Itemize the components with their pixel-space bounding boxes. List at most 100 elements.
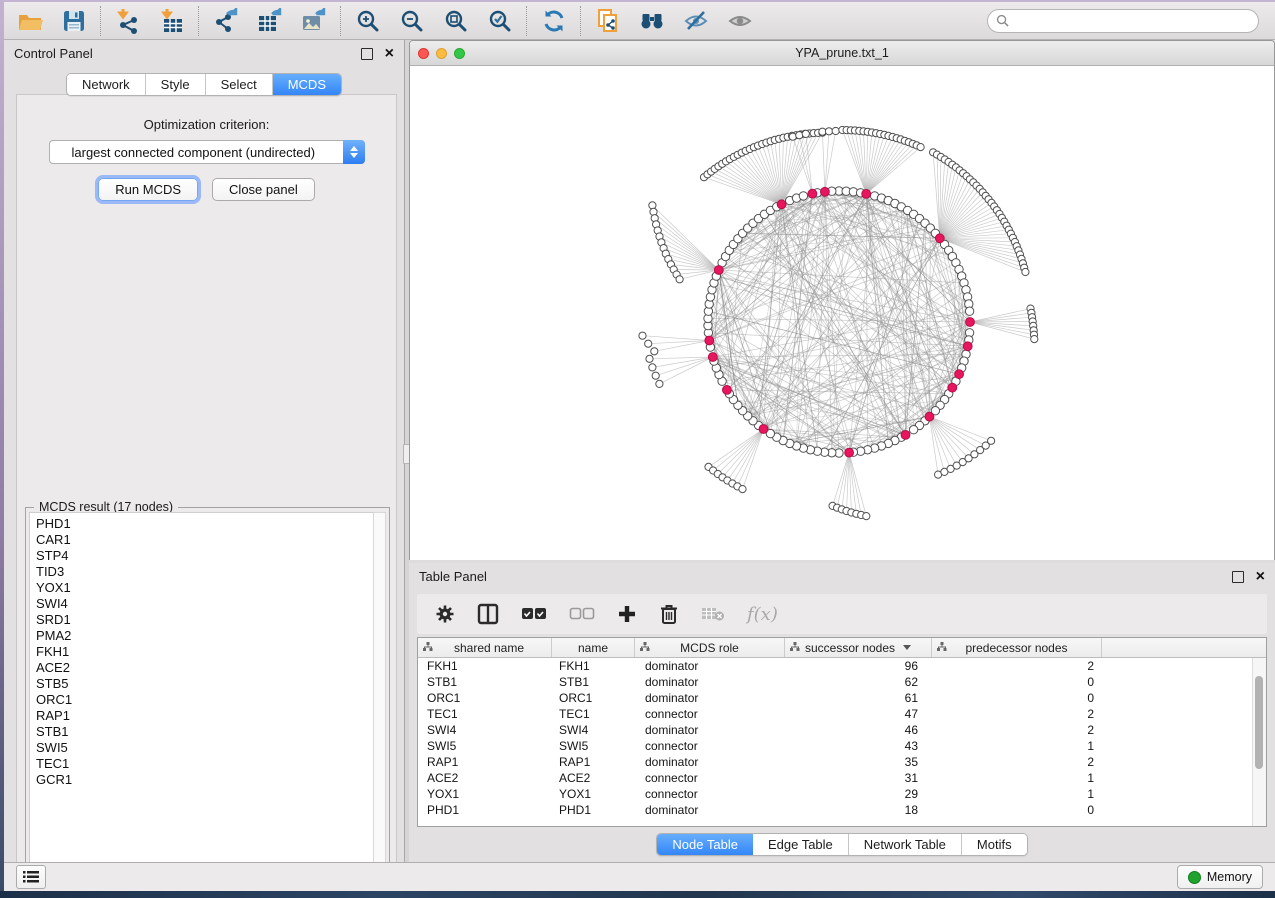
mcds-result-item[interactable]: FKH1	[36, 644, 374, 660]
table-cell: ACE2	[552, 771, 635, 785]
find-neighbors-button[interactable]	[638, 7, 666, 35]
close-panel-icon[interactable]: ×	[385, 49, 394, 59]
close-panel-button[interactable]: Close panel	[212, 178, 315, 201]
table-cell: 29	[785, 787, 932, 801]
table-row[interactable]: STB1STB1dominator620	[418, 674, 1266, 690]
hide-selected-button[interactable]	[682, 7, 710, 35]
zoom-out-button[interactable]	[398, 7, 426, 35]
table-cell: 0	[932, 691, 1102, 705]
plus-icon	[617, 604, 637, 624]
mcds-result-item[interactable]: CAR1	[36, 532, 374, 548]
mcds-result-item[interactable]: ORC1	[36, 692, 374, 708]
delete-columns-button[interactable]	[659, 603, 679, 625]
apply-layout-button[interactable]	[540, 7, 568, 35]
tab-node-table[interactable]: Node Table	[657, 834, 753, 855]
table-cell: dominator	[635, 675, 785, 689]
function-builder-button[interactable]: f(x)	[747, 604, 778, 625]
memory-button[interactable]: Memory	[1177, 865, 1263, 889]
log-console-button[interactable]	[16, 865, 46, 889]
show-columns-button[interactable]	[477, 603, 499, 625]
mcds-result-item[interactable]: STP4	[36, 548, 374, 564]
network-canvas[interactable]	[410, 66, 1274, 560]
column-header-shared-name[interactable]: shared name	[418, 638, 552, 657]
column-header-predecessor-nodes[interactable]: predecessor nodes	[932, 638, 1102, 657]
mcds-result-list[interactable]: PHD1CAR1STP4TID3YOX1SWI4SRD1PMA2FKH1ACE2…	[29, 512, 375, 875]
mcds-result-item[interactable]: PMA2	[36, 628, 374, 644]
table-cell: STB1	[552, 675, 635, 689]
tab-edge-table[interactable]: Edge Table	[753, 834, 849, 855]
mcds-result-item[interactable]: TID3	[36, 564, 374, 580]
table-row[interactable]: SWI4SWI4dominator462	[418, 722, 1266, 738]
table-row[interactable]: PHD1PHD1dominator180	[418, 802, 1266, 818]
zoom-selected-button[interactable]	[486, 7, 514, 35]
mcds-result-item[interactable]: ACE2	[36, 660, 374, 676]
table-row[interactable]: TEC1TEC1connector472	[418, 706, 1266, 722]
optimization-criterion-select[interactable]: largest connected component (undirected)	[49, 140, 365, 164]
zoom-fit-button[interactable]	[442, 7, 470, 35]
show-all-button[interactable]	[726, 7, 754, 35]
table-cell: 1	[932, 787, 1102, 801]
tab-network[interactable]: Network	[67, 74, 146, 95]
zoom-in-button[interactable]	[354, 7, 382, 35]
float-panel-icon[interactable]	[1232, 571, 1244, 583]
delete-table-icon	[701, 606, 725, 622]
table-row[interactable]: YOX1YOX1connector291	[418, 786, 1266, 802]
import-table-button[interactable]	[158, 7, 186, 35]
mcds-result-item[interactable]: STB5	[36, 676, 374, 692]
tab-network-table[interactable]: Network Table	[849, 834, 962, 855]
create-column-button[interactable]	[617, 604, 637, 624]
table-scrollbar[interactable]	[1252, 658, 1266, 826]
table-row[interactable]: ACE2ACE2connector311	[418, 770, 1266, 786]
column-header-name[interactable]: name	[552, 638, 635, 657]
tab-style[interactable]: Style	[146, 74, 206, 95]
search-input[interactable]	[1014, 12, 1250, 29]
optimization-criterion-value: largest connected component (undirected)	[72, 145, 316, 160]
table-scrollbar-thumb[interactable]	[1255, 676, 1263, 769]
search-box[interactable]	[987, 9, 1259, 33]
mcds-result-item[interactable]: RAP1	[36, 708, 374, 724]
column-header-mcds-role[interactable]: MCDS role	[635, 638, 785, 657]
export-table-button[interactable]	[256, 7, 284, 35]
memory-status-icon	[1188, 871, 1201, 884]
mcds-result-item[interactable]: GCR1	[36, 772, 374, 788]
delete-table-button[interactable]	[701, 606, 725, 622]
mcds-result-item[interactable]: STB1	[36, 724, 374, 740]
float-panel-icon[interactable]	[361, 48, 373, 60]
refresh-icon	[541, 8, 567, 34]
table-cell: 0	[932, 675, 1102, 689]
table-cell: dominator	[635, 723, 785, 737]
open-session-button[interactable]	[16, 7, 44, 35]
table-row[interactable]: RAP1RAP1dominator352	[418, 754, 1266, 770]
export-image-button[interactable]	[300, 7, 328, 35]
export-network-button[interactable]	[212, 7, 240, 35]
tab-select[interactable]: Select	[206, 74, 273, 95]
select-all-columns-button[interactable]	[521, 607, 547, 621]
column-header-filler	[1102, 638, 1266, 657]
table-row[interactable]: ORC1ORC1dominator610	[418, 690, 1266, 706]
save-session-button[interactable]	[60, 7, 88, 35]
tab-mcds[interactable]: MCDS	[273, 74, 341, 95]
mcds-result-item[interactable]: SWI5	[36, 740, 374, 756]
network-graph[interactable]	[410, 66, 1274, 560]
table-panel-title: Table Panel	[419, 569, 487, 584]
close-panel-icon[interactable]: ×	[1256, 572, 1265, 582]
run-mcds-button[interactable]: Run MCDS	[98, 178, 198, 201]
node-table-body[interactable]: FKH1FKH1dominator962STB1STB1dominator620…	[418, 658, 1266, 826]
mcds-result-item[interactable]: TEC1	[36, 756, 374, 772]
mcds-result-item[interactable]: SRD1	[36, 612, 374, 628]
table-options-button[interactable]	[435, 604, 455, 624]
network-window-titlebar[interactable]: YPA_prune.txt_1	[410, 41, 1274, 66]
mcds-result-scrollbar[interactable]	[373, 512, 386, 875]
table-row[interactable]: FKH1FKH1dominator962	[418, 658, 1266, 674]
table-cell: 61	[785, 691, 932, 705]
clone-network-button[interactable]	[594, 7, 622, 35]
column-type-icon	[423, 642, 433, 652]
mcds-result-item[interactable]: SWI4	[36, 596, 374, 612]
mcds-result-item[interactable]: PHD1	[36, 516, 374, 532]
unselect-all-columns-button[interactable]	[569, 607, 595, 621]
column-header-successor-nodes[interactable]: successor nodes	[785, 638, 932, 657]
table-row[interactable]: SWI5SWI5connector431	[418, 738, 1266, 754]
tab-motifs[interactable]: Motifs	[962, 834, 1027, 855]
import-network-button[interactable]	[114, 7, 142, 35]
mcds-result-item[interactable]: YOX1	[36, 580, 374, 596]
